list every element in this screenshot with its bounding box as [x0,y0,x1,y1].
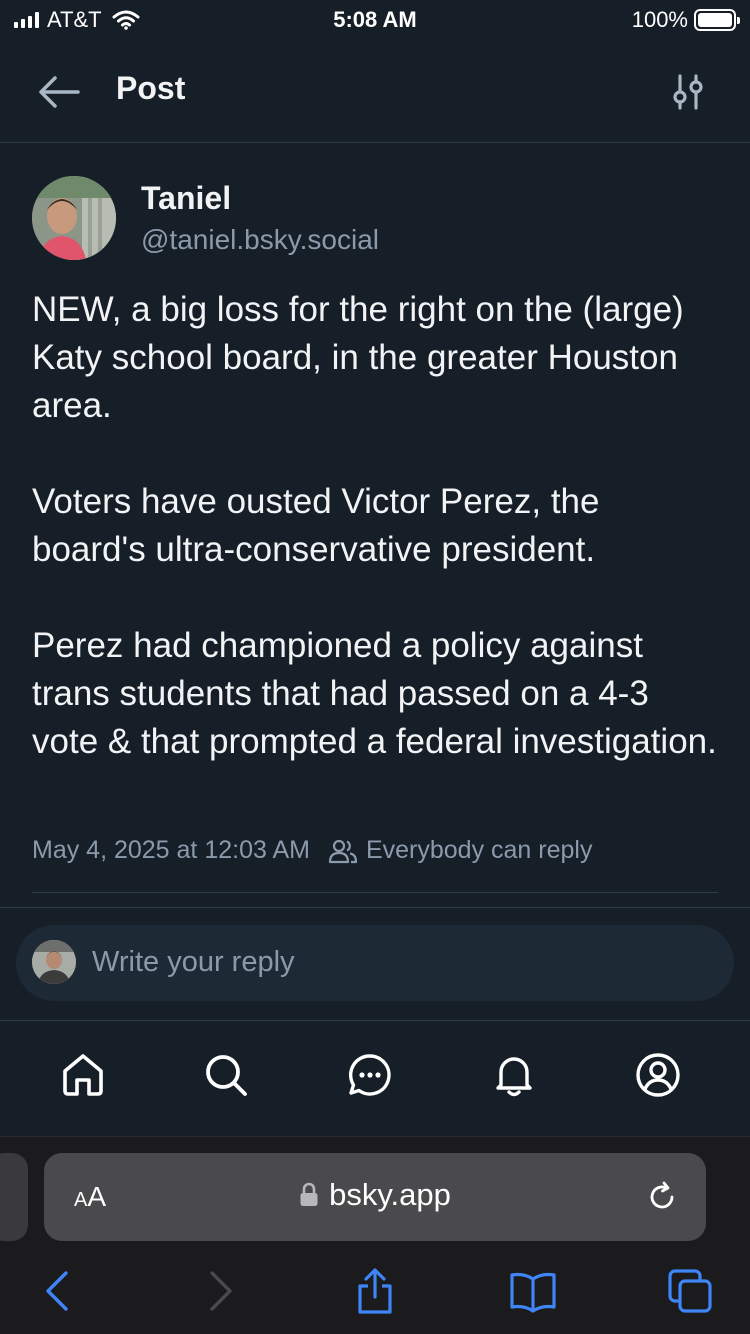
post: Taniel @taniel.bsky.social NEW, a big lo… [0,144,750,908]
lock-icon [300,1182,318,1206]
previous-tab-edge[interactable] [0,1153,28,1241]
reply-setting[interactable]: Everybody can reply [366,836,593,865]
author-avatar[interactable] [32,176,116,260]
book-icon [510,1272,556,1313]
reply-input[interactable]: Write your reply [16,925,734,1001]
bottom-nav [0,1022,750,1136]
back-button[interactable] [36,72,82,112]
browser-toolbar: AA bsky.app [0,1136,750,1334]
nav-profile[interactable] [633,1050,683,1100]
author-name[interactable]: Taniel [141,180,231,217]
author-handle[interactable]: @taniel.bsky.social [141,224,379,256]
share-icon [358,1268,392,1314]
post-paragraph: Voters have ousted Victor Perez, the boa… [32,482,600,569]
tabs-button[interactable] [666,1267,714,1315]
status-bar: AT&T 5:08 AM 100% [0,0,750,42]
bell-icon [496,1057,532,1097]
chevron-left-icon [46,1271,68,1311]
reply-placeholder: Write your reply [92,946,295,978]
post-meta: May 4, 2025 at 12:03 AM Everybody can re… [32,836,592,865]
browser-back-button[interactable] [34,1267,82,1315]
user-avatar [32,940,76,984]
chat-icon [348,1054,391,1096]
arrow-left-icon [39,76,80,108]
sliders-icon [673,74,703,110]
nav-chat[interactable] [345,1050,395,1100]
app-header: Post [0,42,750,143]
browser-forward-button[interactable] [196,1267,244,1315]
battery-icon [694,9,740,31]
url-text: bsky.app [329,1177,451,1212]
battery-percent: 100% [631,7,688,32]
bookmarks-button[interactable] [508,1267,556,1315]
people-icon [328,839,358,863]
nav-home[interactable] [58,1050,108,1100]
page-title: Post [116,70,186,106]
nav-notifications[interactable] [489,1050,539,1100]
home-icon [63,1054,103,1096]
nav-search[interactable] [201,1050,251,1100]
avatar-photo [32,940,76,984]
reload-icon [650,1181,674,1209]
avatar-photo [32,176,116,260]
status-right: 100% [631,7,740,33]
post-timestamp: May 4, 2025 at 12:03 AM [32,836,310,864]
post-paragraph: Perez had championed a policy against tr… [32,626,717,761]
tabs-icon [668,1269,712,1313]
reply-area: Write your reply [0,909,750,1021]
thread-settings-button[interactable] [670,72,706,112]
url-display: bsky.app [44,1177,706,1213]
post-paragraph: NEW, a big loss for the right on the (la… [32,290,684,425]
chevron-right-icon [210,1271,232,1311]
search-icon [206,1055,247,1096]
profile-icon [636,1053,680,1097]
post-text: NEW, a big loss for the right on the (la… [32,286,722,766]
share-button[interactable] [351,1267,399,1315]
reload-button[interactable] [644,1179,680,1215]
address-bar[interactable]: AA bsky.app [44,1153,706,1241]
divider [32,892,718,893]
